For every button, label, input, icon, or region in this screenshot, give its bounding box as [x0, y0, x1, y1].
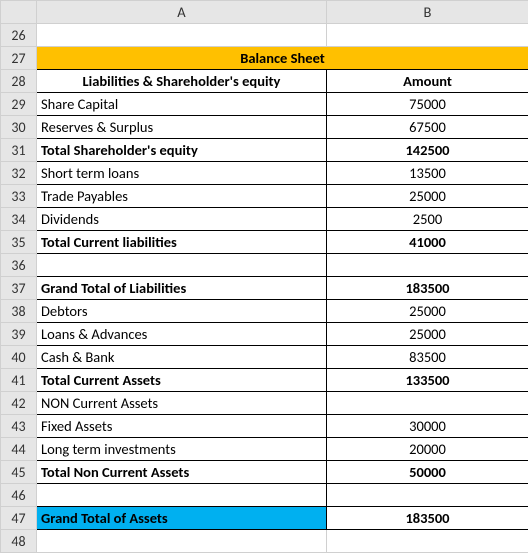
row-28-header: 28 Liabilities & Shareholder's equity Am…	[1, 70, 528, 93]
amount-short-term-loans[interactable]: 13500	[327, 162, 528, 185]
label-trade-payables[interactable]: Trade Payables	[37, 185, 327, 208]
row-header[interactable]: 40	[1, 346, 37, 369]
balance-sheet-title[interactable]: Balance Sheet	[37, 47, 528, 70]
row-43: 43 Fixed Assets 30000	[1, 415, 528, 438]
row-32: 32 Short term loans 13500	[1, 162, 528, 185]
row-47: 47 Grand Total of Assets 183500	[1, 507, 528, 530]
cell-a26[interactable]	[37, 24, 327, 47]
column-header-b[interactable]: B	[327, 1, 528, 24]
amount-total-equity[interactable]: 142500	[327, 139, 528, 162]
cell-a46[interactable]	[37, 484, 327, 507]
label-share-capital[interactable]: Share Capital	[37, 93, 327, 116]
row-header[interactable]: 47	[1, 507, 37, 530]
row-27-title: 27 Balance Sheet	[1, 47, 528, 70]
cell-b26[interactable]	[327, 24, 528, 47]
label-loans-advances[interactable]: Loans & Advances	[37, 323, 327, 346]
row-26: 26	[1, 24, 528, 47]
label-total-current-liab[interactable]: Total Current liabilities	[37, 231, 327, 254]
row-34: 34 Dividends 2500	[1, 208, 528, 231]
amount-long-term-inv[interactable]: 20000	[327, 438, 528, 461]
cell-b36[interactable]	[327, 254, 528, 277]
row-37: 37 Grand Total of Liabilities 183500	[1, 277, 528, 300]
row-header[interactable]: 43	[1, 415, 37, 438]
amount-grand-total-liab[interactable]: 183500	[327, 277, 528, 300]
column-header-a[interactable]: A	[37, 1, 327, 24]
row-46: 46	[1, 484, 528, 507]
amount-total-non-current[interactable]: 50000	[327, 461, 528, 484]
amount-cash-bank[interactable]: 83500	[327, 346, 528, 369]
row-header[interactable]: 48	[1, 530, 37, 553]
spreadsheet[interactable]: A B 26 27 Balance Sheet 28 Liabilities &…	[0, 0, 528, 553]
row-31: 31 Total Shareholder's equity 142500	[1, 139, 528, 162]
amount-reserves[interactable]: 67500	[327, 116, 528, 139]
row-33: 33 Trade Payables 25000	[1, 185, 528, 208]
label-non-current-assets[interactable]: NON Current Assets	[37, 392, 327, 415]
label-long-term-inv[interactable]: Long term investments	[37, 438, 327, 461]
row-header[interactable]: 46	[1, 484, 37, 507]
label-total-equity[interactable]: Total Shareholder's equity	[37, 139, 327, 162]
row-40: 40 Cash & Bank 83500	[1, 346, 528, 369]
cell-a36[interactable]	[37, 254, 327, 277]
row-header[interactable]: 33	[1, 185, 37, 208]
amount-non-current-assets[interactable]	[327, 392, 528, 415]
row-header[interactable]: 44	[1, 438, 37, 461]
label-total-non-current[interactable]: Total Non Current Assets	[37, 461, 327, 484]
header-label-col[interactable]: Liabilities & Shareholder's equity	[37, 70, 327, 93]
amount-total-current-assets[interactable]: 133500	[327, 369, 528, 392]
row-45: 45 Total Non Current Assets 50000	[1, 461, 528, 484]
row-header[interactable]: 38	[1, 300, 37, 323]
row-44: 44 Long term investments 20000	[1, 438, 528, 461]
label-grand-total-liab[interactable]: Grand Total of Liabilities	[37, 277, 327, 300]
row-48: 48	[1, 530, 528, 553]
label-debtors[interactable]: Debtors	[37, 300, 327, 323]
label-reserves[interactable]: Reserves & Surplus	[37, 116, 327, 139]
cell-b46[interactable]	[327, 484, 528, 507]
row-header[interactable]: 39	[1, 323, 37, 346]
label-cash-bank[interactable]: Cash & Bank	[37, 346, 327, 369]
row-header[interactable]: 36	[1, 254, 37, 277]
row-header[interactable]: 45	[1, 461, 37, 484]
row-header[interactable]: 31	[1, 139, 37, 162]
row-42: 42 NON Current Assets	[1, 392, 528, 415]
select-all-corner[interactable]	[1, 1, 37, 24]
amount-fixed-assets[interactable]: 30000	[327, 415, 528, 438]
column-header-row: A B	[1, 1, 528, 24]
amount-loans-advances[interactable]: 25000	[327, 323, 528, 346]
row-header[interactable]: 37	[1, 277, 37, 300]
row-header[interactable]: 30	[1, 116, 37, 139]
row-header[interactable]: 35	[1, 231, 37, 254]
amount-total-current-liab[interactable]: 41000	[327, 231, 528, 254]
row-header[interactable]: 29	[1, 93, 37, 116]
row-header[interactable]: 32	[1, 162, 37, 185]
label-grand-total-assets[interactable]: Grand Total of Assets	[37, 507, 327, 530]
header-amount-col[interactable]: Amount	[327, 70, 528, 93]
row-header[interactable]: 41	[1, 369, 37, 392]
row-header[interactable]: 42	[1, 392, 37, 415]
label-short-term-loans[interactable]: Short term loans	[37, 162, 327, 185]
row-39: 39 Loans & Advances 25000	[1, 323, 528, 346]
row-header[interactable]: 27	[1, 47, 37, 70]
label-total-current-assets[interactable]: Total Current Assets	[37, 369, 327, 392]
amount-debtors[interactable]: 25000	[327, 300, 528, 323]
row-29: 29 Share Capital 75000	[1, 93, 528, 116]
row-36: 36	[1, 254, 528, 277]
amount-trade-payables[interactable]: 25000	[327, 185, 528, 208]
amount-share-capital[interactable]: 75000	[327, 93, 528, 116]
row-35: 35 Total Current liabilities 41000	[1, 231, 528, 254]
row-header[interactable]: 34	[1, 208, 37, 231]
cell-b48[interactable]	[327, 530, 528, 553]
amount-grand-total-assets[interactable]: 183500	[327, 507, 528, 530]
row-header[interactable]: 26	[1, 24, 37, 47]
row-38: 38 Debtors 25000	[1, 300, 528, 323]
row-header[interactable]: 28	[1, 70, 37, 93]
row-30: 30 Reserves & Surplus 67500	[1, 116, 528, 139]
label-dividends[interactable]: Dividends	[37, 208, 327, 231]
row-41: 41 Total Current Assets 133500	[1, 369, 528, 392]
cell-a48[interactable]	[37, 530, 327, 553]
label-fixed-assets[interactable]: Fixed Assets	[37, 415, 327, 438]
amount-dividends[interactable]: 2500	[327, 208, 528, 231]
